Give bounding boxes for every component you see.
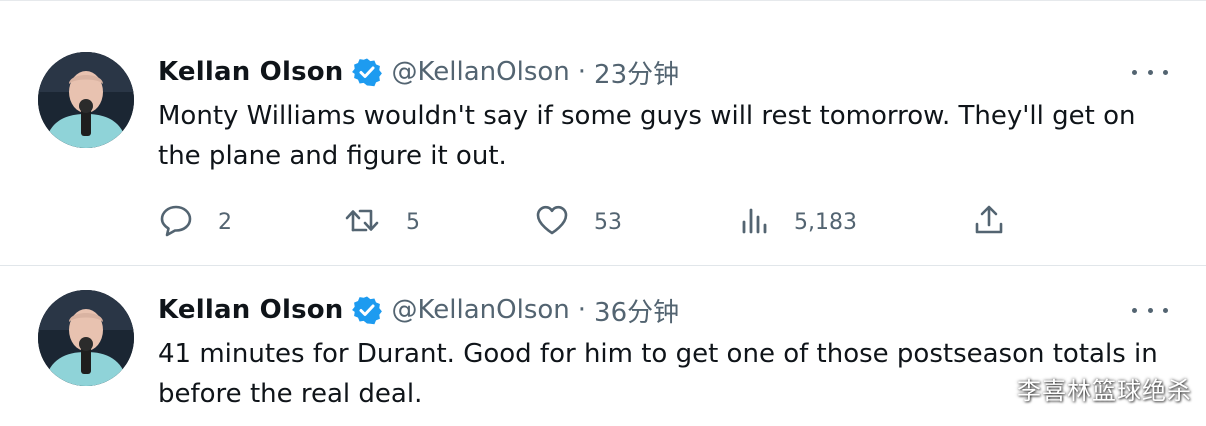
author-handle[interactable]: @KellanOlson: [392, 295, 570, 325]
like-count: 53: [594, 209, 622, 235]
avatar[interactable]: [38, 290, 134, 386]
reply-icon: [158, 202, 194, 242]
author-name[interactable]: Kellan Olson: [158, 57, 344, 87]
separator-dot: ·: [577, 57, 587, 87]
top-border: [0, 0, 1206, 1]
tweet-timestamp[interactable]: 36分钟: [594, 292, 679, 329]
reply-button[interactable]: 2: [158, 202, 232, 242]
tweet-header: Kellan Olson @KellanOlson · 36分钟: [158, 290, 679, 330]
more-options-icon[interactable]: [1132, 296, 1168, 324]
retweet-icon: [344, 202, 382, 242]
like-button[interactable]: 53: [534, 202, 622, 242]
verified-badge-icon: [351, 295, 382, 325]
tweet-timestamp[interactable]: 23分钟: [594, 54, 679, 91]
views-count: 5,183: [794, 209, 857, 235]
tweet-text: Monty Williams wouldn't say if some guys…: [158, 101, 1136, 171]
author-name[interactable]: Kellan Olson: [158, 295, 344, 325]
avatar[interactable]: [38, 52, 134, 148]
tweet-header: Kellan Olson @KellanOlson · 23分钟: [158, 52, 679, 92]
share-icon: [972, 202, 1006, 242]
tweet[interactable]: Kellan Olson @KellanOlson · 23分钟 Monty W…: [0, 28, 1206, 265]
retweet-button[interactable]: 5: [344, 202, 420, 242]
like-heart-icon: [534, 202, 570, 242]
author-handle[interactable]: @KellanOlson: [392, 57, 570, 87]
views-chart-icon: [740, 202, 770, 242]
share-button[interactable]: [972, 202, 1006, 242]
retweet-count: 5: [406, 209, 420, 235]
tweet-text: 41 minutes for Durant. Good for him to g…: [158, 339, 1158, 409]
separator-dot: ·: [577, 295, 587, 325]
views-button[interactable]: 5,183: [740, 202, 857, 242]
verified-badge-icon: [351, 57, 382, 87]
more-options-icon[interactable]: [1132, 58, 1168, 86]
watermark: 李喜林篮球绝杀: [1017, 377, 1192, 405]
tweet-actions: 2 5 53 5,183: [158, 202, 1018, 242]
reply-count: 2: [218, 209, 232, 235]
